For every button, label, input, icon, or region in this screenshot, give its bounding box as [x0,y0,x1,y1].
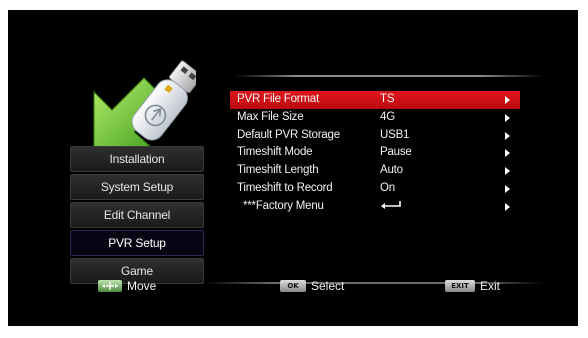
setting-row-max-file-size[interactable]: Max File Size 4G [230,109,520,127]
setting-label: ***Factory Menu [243,199,324,212]
setting-value: Auto [380,164,403,177]
right-triangle-icon [505,149,510,158]
hint-move-label: Move [127,279,157,293]
menu-item-edit-channel[interactable]: Edit Channel [70,202,204,228]
right-triangle-icon [505,184,510,193]
menu-item-label: Installation [109,152,165,166]
menu-item-label: Edit Channel [103,208,171,222]
setting-label: Max File Size [237,110,304,123]
setting-value: TS [380,93,395,105]
right-triangle-icon [505,131,510,140]
menu-item-label: PVR Setup [108,236,166,250]
top-divider [234,75,544,77]
setting-row-pvr-file-format[interactable]: PVR File Format TS [230,91,520,109]
ok-key-icon: OK [280,280,306,292]
right-triangle-icon [505,202,510,211]
setting-value: 4G [380,110,395,123]
hint-move: Move [98,279,156,293]
exit-key-icon: EXIT [445,280,475,292]
usb-download-icon [93,60,196,149]
enter-icon [380,200,402,213]
hint-exit-label: Exit [480,279,501,293]
pvr-settings-list: PVR File Format TS Max File Size 4G Defa… [230,91,520,216]
setting-label: PVR File Format [237,93,319,105]
setting-label: Timeshift Mode [237,146,313,159]
right-triangle-icon [505,96,510,104]
menu-item-installation[interactable]: Installation [70,146,204,172]
setting-value: Pause [380,146,412,159]
hint-exit: EXIT Exit [445,279,500,293]
setting-value: On [380,181,395,194]
main-menu: Installation System Setup Edit Channel P… [70,146,204,286]
footer-hints: Move OK Select EXIT Exit [0,279,588,297]
menu-item-pvr-setup[interactable]: PVR Setup [70,230,204,256]
setting-row-factory-menu[interactable]: ***Factory Menu [230,198,520,216]
dpad-icon [98,280,122,292]
right-triangle-icon [505,113,510,122]
setting-label: Timeshift Length [237,164,319,177]
menu-item-label: System Setup [100,180,174,194]
hint-select: OK Select [280,279,344,293]
setting-row-timeshift-length[interactable]: Timeshift Length Auto [230,162,520,180]
setting-row-timeshift-mode[interactable]: Timeshift Mode Pause [230,144,520,162]
setting-row-default-pvr-storage[interactable]: Default PVR Storage USB1 [230,127,520,145]
right-triangle-icon [505,167,510,176]
setting-label: Default PVR Storage [237,128,340,141]
setting-value: USB1 [380,128,410,141]
hint-select-label: Select [311,279,345,293]
menu-item-system-setup[interactable]: System Setup [70,174,204,200]
setting-label: Timeshift to Record [237,181,333,194]
setting-row-timeshift-to-record[interactable]: Timeshift to Record On [230,180,520,198]
menu-item-label: Game [121,264,153,278]
